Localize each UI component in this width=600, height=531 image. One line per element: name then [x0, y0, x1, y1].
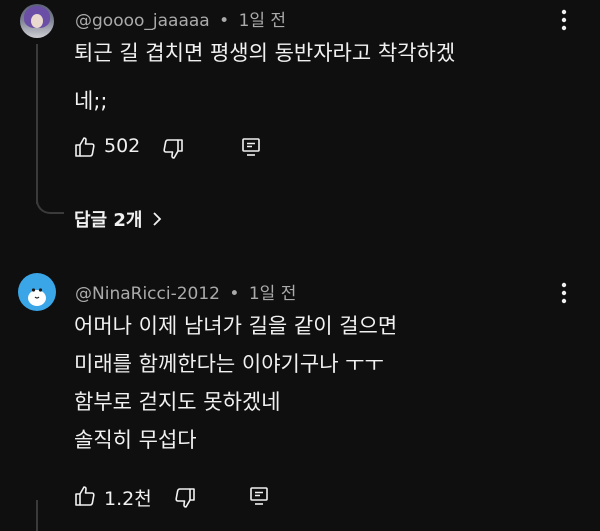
like-icon[interactable]: [72, 483, 98, 509]
comment-line: 솔직히 무섭다: [74, 428, 197, 452]
avatar[interactable]: [18, 273, 56, 311]
author-name[interactable]: @NinaRicci-2012: [75, 284, 220, 304]
like-count: 502: [104, 135, 141, 157]
like-count: 1.2천: [104, 488, 152, 510]
dislike-icon[interactable]: [172, 485, 198, 511]
thread-line-lower: [36, 500, 38, 531]
comment-line: 어머나 이제 남녀가 길을 같이 걸으면: [74, 314, 398, 338]
separator: •: [229, 284, 240, 304]
chevron-right-icon: [152, 211, 162, 227]
comment-line: 퇴근 길 겹치면 평생의 동반자라고 착각하겠: [74, 41, 456, 65]
comment-line: 함부로 걷지도 못하겠네: [74, 390, 281, 414]
dislike-icon[interactable]: [160, 136, 186, 162]
comment-text: 퇴근 길 겹치면 평생의 동반자라고 착각하겠 네;;: [74, 34, 455, 120]
timestamp: 1일 전: [238, 11, 287, 31]
reply-icon[interactable]: [238, 134, 264, 160]
more-options-icon[interactable]: [552, 8, 576, 32]
comment-header: @goooo_jaaaaa • 1일 전: [75, 6, 286, 31]
view-replies-button[interactable]: 답글 2개: [74, 206, 162, 232]
more-options-icon[interactable]: [552, 281, 576, 305]
comment-line: 미래를 함께한다는 이야기구나 ㅜㅜ: [74, 352, 384, 376]
like-icon[interactable]: [72, 134, 98, 160]
thread-line: [36, 44, 38, 204]
separator: •: [219, 11, 230, 31]
comment-line: 네;;: [74, 89, 108, 113]
comment-text: 어머나 이제 남녀가 길을 같이 걸으면 미래를 함께한다는 이야기구나 ㅜㅜ …: [74, 307, 397, 459]
timestamp: 1일 전: [248, 284, 297, 304]
reply-icon[interactable]: [246, 483, 272, 509]
avatar[interactable]: [20, 4, 54, 38]
thread-curve: [36, 186, 64, 214]
replies-label: 답글 2개: [74, 210, 143, 231]
author-name[interactable]: @goooo_jaaaaa: [75, 11, 210, 31]
comment-header: @NinaRicci-2012 • 1일 전: [75, 279, 296, 304]
